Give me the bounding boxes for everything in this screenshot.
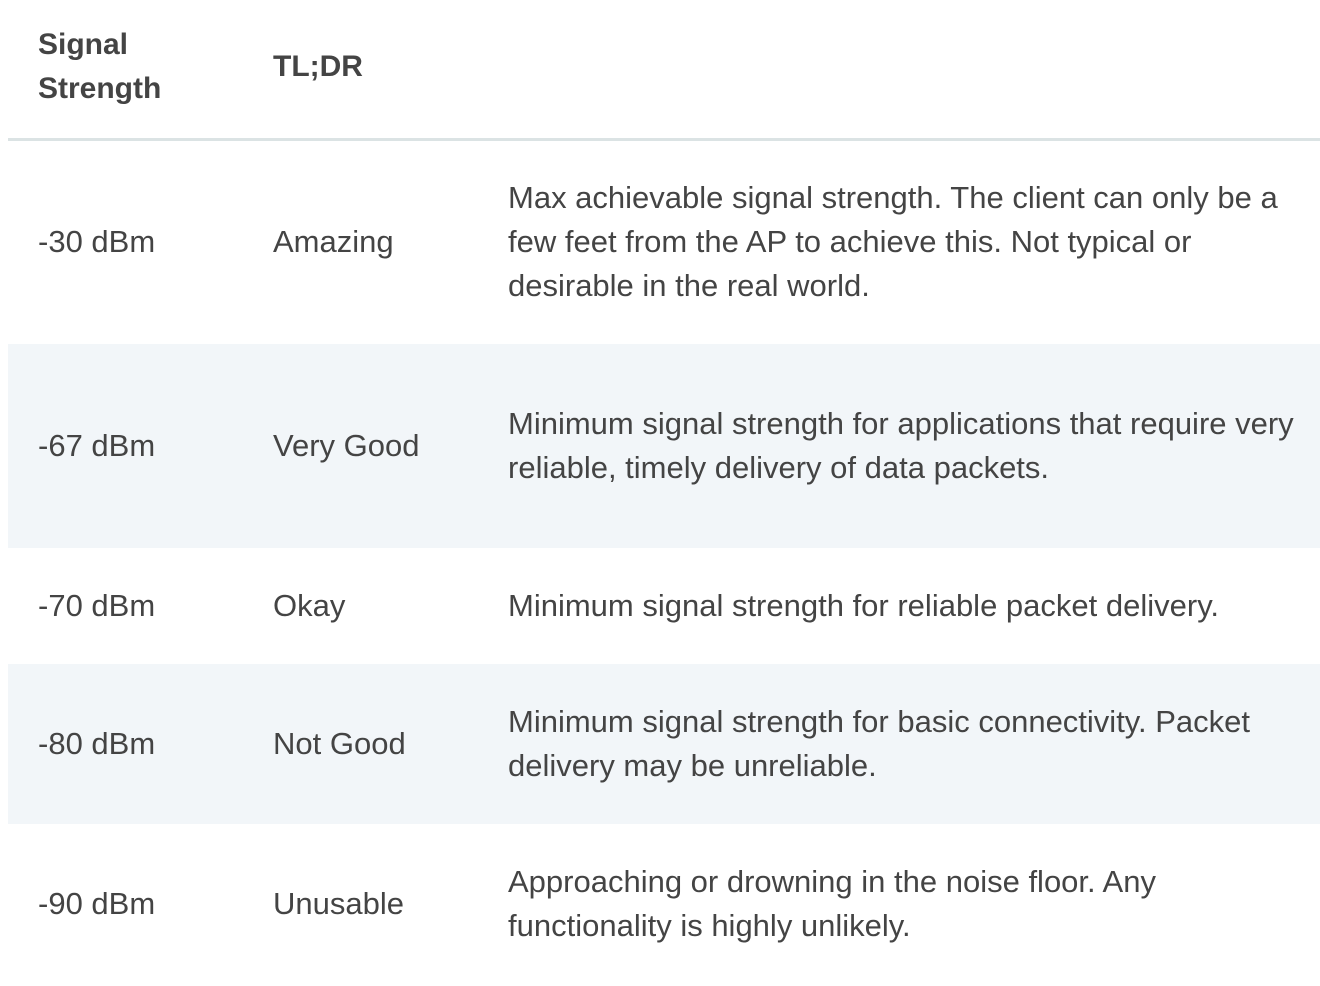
description-cell: Minimum signal strength for applications… — [478, 344, 1320, 548]
tldr-cell: Okay — [273, 588, 346, 623]
header-signal-strength-label: Signal Strength — [38, 27, 162, 105]
header-signal-strength: Signal Strength — [8, 0, 243, 141]
table-row: -70 dBm Okay Minimum signal strength for… — [8, 548, 1320, 664]
table-header: Signal Strength TL;DR — [8, 0, 1320, 141]
description-cell: Max achievable signal strength. The clie… — [508, 180, 1278, 304]
signal-strength-cell: -30 dBm — [38, 224, 156, 260]
signal-strength-cell: -67 dBm — [8, 344, 243, 548]
signal-strength-table: Signal Strength TL;DR -30 dBm Amazing Ma… — [8, 0, 1320, 984]
header-tldr: TL;DR — [243, 0, 478, 141]
description-cell: Approaching or drowning in the noise flo… — [508, 864, 1156, 943]
tldr-cell: Unusable — [273, 886, 404, 921]
table-body: -30 dBm Amazing Max achievable signal st… — [8, 139, 1320, 984]
table-row: -90 dBm Unusable Approaching or drowning… — [8, 824, 1320, 984]
tldr-cell: Amazing — [273, 224, 394, 260]
description-cell: Minimum signal strength for basic connec… — [478, 664, 1320, 824]
header-tldr-label: TL;DR — [273, 49, 363, 83]
signal-strength-table-container: Signal Strength TL;DR -30 dBm Amazing Ma… — [8, 0, 1320, 984]
header-description — [478, 0, 1320, 141]
table-row: -67 dBm Very Good Minimum signal strengt… — [8, 344, 1320, 548]
tldr-cell: Not Good — [243, 664, 478, 824]
tldr-cell: Very Good — [243, 344, 478, 548]
table-row: -80 dBm Not Good Minimum signal strength… — [8, 664, 1320, 824]
signal-strength-cell: -90 dBm — [38, 886, 156, 921]
description-cell: Minimum signal strength for reliable pac… — [508, 588, 1220, 623]
header-row: Signal Strength TL;DR — [8, 0, 1320, 141]
table-row: -30 dBm Amazing Max achievable signal st… — [8, 139, 1320, 344]
signal-strength-cell: -70 dBm — [38, 588, 156, 623]
signal-strength-cell: -80 dBm — [8, 664, 243, 824]
